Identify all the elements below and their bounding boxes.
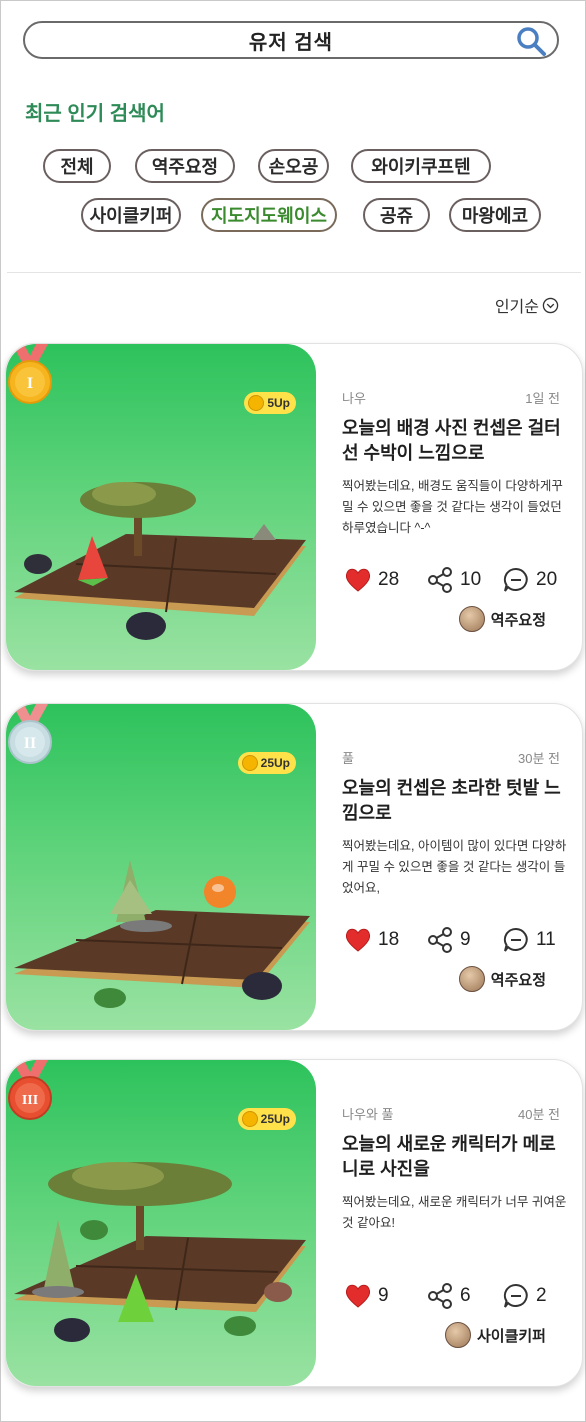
svg-text:I: I (27, 375, 33, 392)
post-author[interactable]: 역주요정 (458, 966, 546, 992)
comment-icon (503, 1283, 528, 1308)
comment-count: 11 (536, 929, 556, 950)
comment-icon (503, 927, 528, 952)
share-stat[interactable]: 10 (426, 566, 481, 594)
post-title: 오늘의 컨셉은 초라한 텃밭 느낌으로 (342, 778, 561, 823)
sort-label: 인기순 (494, 299, 539, 316)
comment-stat[interactable]: 11 (502, 926, 556, 954)
like-count: 28 (378, 569, 400, 590)
heart-icon (345, 1284, 371, 1308)
author-name: 사이클키퍼 (476, 1327, 546, 1345)
author-name: 역주요정 (490, 971, 546, 989)
share-count: 9 (460, 929, 471, 950)
avatar (458, 966, 485, 992)
coin-value: 25Up (260, 1112, 290, 1126)
chip-keyword[interactable]: 사이클키퍼 (81, 198, 181, 232)
like-stat[interactable]: 9 (344, 1282, 389, 1310)
user-search-bar[interactable]: 유저 검색 (23, 21, 559, 59)
coin-icon (241, 755, 258, 771)
coin-icon (248, 395, 265, 411)
post-time: 1일 전 (525, 391, 560, 406)
post-title: 오늘의 새로운 캐릭터가 메로니로 사진을 (342, 1134, 556, 1179)
section-divider (7, 272, 581, 273)
heart-icon (345, 928, 371, 952)
share-stat[interactable]: 6 (426, 1282, 471, 1310)
chip-keyword[interactable]: 마왕에코 (449, 198, 541, 232)
app-frame: 유저 검색 최근 인기 검색어 전체 역주요정 손오공 와이키쿠프텐 사이클키퍼… (0, 0, 586, 1422)
post-body: 찍어봤는데요, 배경도 움직들이 다양하게꾸밀 수 있으면 좋을 것 같다는 생… (342, 479, 563, 535)
coin-value: 5Up (267, 396, 290, 410)
comment-stat[interactable]: 20 (502, 566, 557, 594)
chip-keyword[interactable]: 와이키쿠프텐 (351, 149, 491, 183)
svg-text:III: III (22, 1093, 38, 1108)
post-card[interactable]: I 5Up 나우 1일 전 오늘의 배경 사진 컨셉은 걸터 선 수박이 느낌으… (5, 343, 583, 671)
post-tag: 풀 (342, 751, 354, 766)
chevron-down-circle-icon (542, 297, 559, 313)
chip-all[interactable]: 전체 (43, 149, 111, 183)
coin-icon (241, 1111, 258, 1127)
comment-icon (503, 567, 528, 592)
share-icon (428, 927, 452, 953)
coin-badge: 25Up (237, 1108, 296, 1130)
gold-medal-icon: I (8, 344, 52, 404)
avatar (458, 606, 485, 632)
coin-badge: 25Up (237, 752, 296, 774)
post-stats: 28 10 20 (344, 566, 570, 594)
avatar (444, 1322, 471, 1348)
post-author[interactable]: 역주요정 (458, 606, 546, 632)
share-count: 10 (460, 569, 482, 590)
author-name: 역주요정 (490, 611, 546, 629)
post-thumbnail[interactable]: II 25Up (6, 704, 316, 1030)
silver-medal-icon: II (8, 704, 52, 764)
heart-icon (345, 568, 371, 592)
chip-keyword[interactable]: 공쥬 (363, 198, 430, 232)
comment-count: 20 (536, 569, 558, 590)
search-label: 유저 검색 (248, 31, 334, 54)
like-stat[interactable]: 18 (344, 926, 399, 954)
svg-text:II: II (24, 735, 36, 752)
share-stat[interactable]: 9 (426, 926, 471, 954)
coin-badge: 5Up (244, 392, 296, 414)
chip-keyword-active[interactable]: 지도지도웨이스 (201, 198, 337, 232)
like-count: 9 (378, 1285, 389, 1306)
popular-searches-title: 최근 인기 검색어 (25, 103, 165, 125)
post-tag: 나우와 풀 (342, 1107, 394, 1122)
post-time: 40분 전 (518, 1107, 560, 1122)
post-stats: 9 6 2 (344, 1282, 570, 1310)
like-stat[interactable]: 28 (344, 566, 399, 594)
bronze-medal-icon: III (8, 1060, 52, 1120)
search-icon[interactable] (515, 25, 547, 57)
chip-keyword[interactable]: 역주요정 (135, 149, 235, 183)
post-title: 오늘의 배경 사진 컨셉은 걸터 선 수박이 느낌으로 (342, 418, 561, 463)
post-card[interactable]: II 25Up 풀 30분 전 오늘의 컨셉은 초라한 텃밭 느낌으로 찍어봤는… (5, 703, 583, 1031)
like-count: 18 (378, 929, 400, 950)
sort-dropdown[interactable]: 인기순 (495, 293, 559, 317)
post-stats: 18 9 11 (344, 926, 570, 954)
share-icon (428, 1283, 452, 1309)
post-thumbnail[interactable]: I 5Up (6, 344, 316, 670)
post-card[interactable]: III 25Up 나우와 풀 40분 전 오늘의 새로운 캐릭터가 메로니로 사… (5, 1059, 583, 1387)
coin-value: 25Up (260, 756, 290, 770)
share-icon (428, 567, 452, 593)
post-time: 30분 전 (518, 751, 560, 766)
share-count: 6 (460, 1285, 471, 1306)
post-tag: 나우 (342, 391, 366, 406)
comment-count: 2 (536, 1285, 547, 1306)
comment-stat[interactable]: 2 (502, 1282, 547, 1310)
post-thumbnail[interactable]: III 25Up (6, 1060, 316, 1386)
chip-keyword[interactable]: 손오공 (258, 149, 329, 183)
post-author[interactable]: 사이클키퍼 (444, 1322, 546, 1348)
post-body: 찍어봤는데요, 새로운 캐릭터가 너무 귀여운 것 같아요! (342, 1195, 567, 1230)
post-body: 찍어봤는데요, 아이템이 많이 있다면 다양하게 꾸밀 수 있으면 좋을 것 같… (342, 839, 567, 895)
